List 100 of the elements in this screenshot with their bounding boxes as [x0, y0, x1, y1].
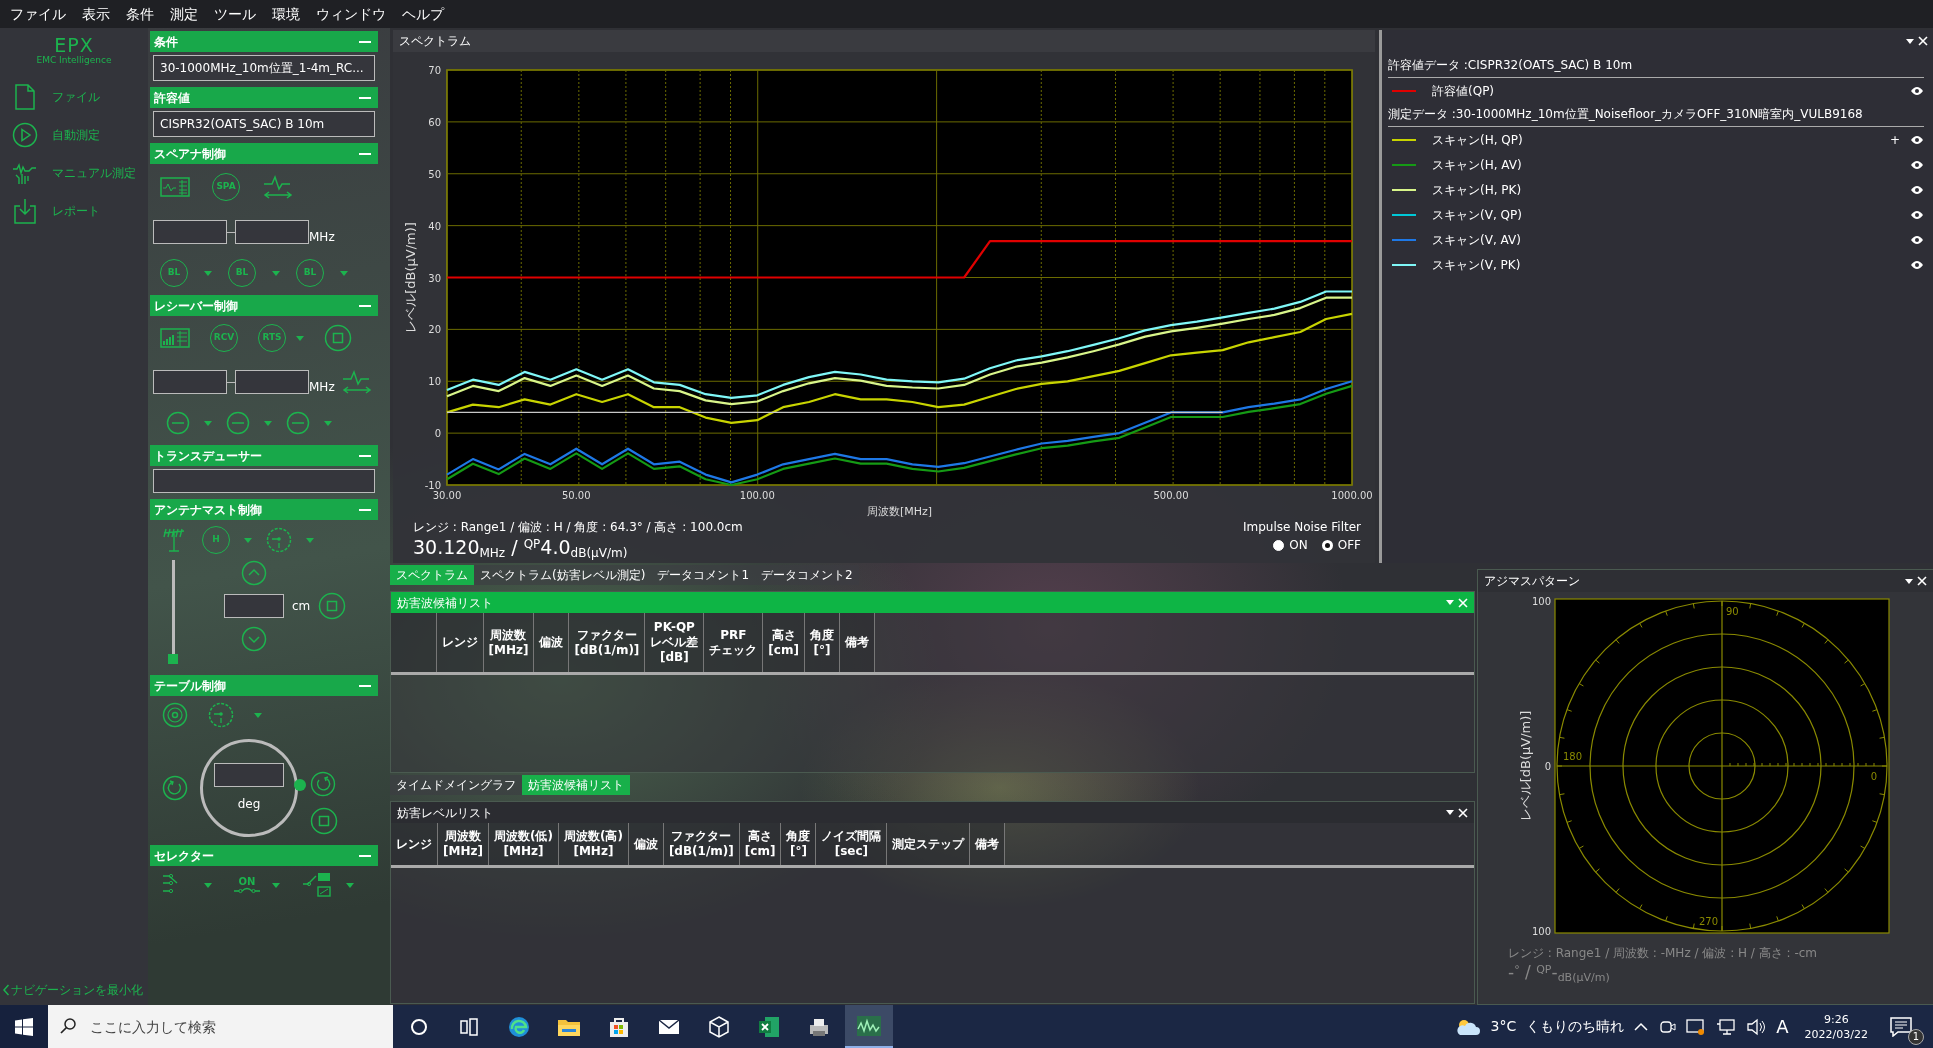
column-header[interactable]: 測定ステップ [886, 823, 970, 865]
rotation-dial[interactable]: deg [200, 739, 298, 837]
dropdown-field[interactable]: CISPR32(OATS_SAC) B 10m [153, 111, 375, 137]
menu-item[interactable]: 表示 [74, 3, 118, 25]
rotate-left-icon[interactable] [162, 775, 188, 801]
input-field[interactable] [235, 370, 309, 394]
gauge-icon[interactable] [208, 702, 234, 728]
caret-icon[interactable] [346, 882, 354, 888]
clock-time[interactable]: 9:26 [1823, 1011, 1849, 1027]
panel-header[interactable]: 妨害レベルリスト [391, 802, 1474, 823]
minimize-link[interactable]: ナビゲーションを最小化 [3, 981, 148, 999]
nav-item[interactable]: 自動測定 [0, 115, 148, 154]
column-header[interactable]: 周波数 [MHz] [483, 613, 534, 672]
stop-icon[interactable] [318, 592, 347, 620]
chart-monitor-icon[interactable] [160, 177, 190, 197]
radio-option[interactable]: ON [1259, 536, 1308, 554]
input-field[interactable] [235, 220, 309, 244]
nav-item[interactable]: レポート [0, 191, 148, 230]
eye-icon[interactable] [1910, 209, 1924, 220]
minus-icon[interactable] [286, 411, 310, 435]
collapse-icon[interactable] [359, 454, 371, 457]
eye-icon[interactable] [1910, 259, 1924, 270]
menu-item[interactable]: ファイル [2, 3, 74, 25]
collapse-icon[interactable] [359, 304, 371, 307]
dropdown-field[interactable]: 30-1000MHz_10m位置_1-4m_RC... [153, 55, 375, 81]
add-label[interactable]: + [1889, 130, 1900, 149]
column-header[interactable]: 角度 [°] [780, 823, 816, 865]
column-header[interactable]: 周波数 [MHz] [437, 823, 489, 865]
slider-thumb[interactable] [168, 654, 178, 664]
close-icon[interactable] [1917, 576, 1927, 586]
dial-handle[interactable] [294, 779, 306, 791]
input-field[interactable] [153, 370, 227, 394]
eye-icon[interactable] [1910, 134, 1924, 145]
column-header[interactable]: レンジ [391, 823, 438, 865]
caret-icon[interactable] [254, 712, 262, 718]
eye-icon[interactable] [1910, 184, 1924, 195]
menu-item[interactable]: ウィンドウ [308, 3, 394, 25]
caret-icon[interactable] [264, 420, 272, 426]
minus-icon[interactable] [226, 411, 250, 435]
caret-icon[interactable] [204, 420, 212, 426]
menu-item[interactable]: 環境 [264, 3, 308, 25]
caret-icon[interactable] [272, 270, 280, 276]
rotate-right-icon[interactable] [310, 771, 336, 797]
stop-icon[interactable] [324, 324, 352, 352]
speaker-icon[interactable] [1746, 1017, 1767, 1036]
taskbar-app[interactable] [845, 1005, 893, 1048]
caret-icon[interactable] [204, 882, 212, 888]
column-header[interactable]: 高さ [cm] [762, 613, 805, 672]
switch-icon[interactable] [302, 872, 334, 898]
network-icon[interactable] [1716, 1017, 1737, 1036]
gauge-icon[interactable] [266, 527, 292, 553]
clock-date[interactable]: 2022/03/22 [1804, 1026, 1868, 1042]
column-header[interactable]: PRF チェック [703, 613, 763, 672]
start-button[interactable] [0, 1005, 48, 1048]
column-header[interactable]: ファクター [dB(1/m)] [663, 823, 740, 865]
down-icon[interactable] [241, 626, 267, 652]
menu-item[interactable]: ヘルプ [394, 3, 452, 25]
radio-option[interactable]: OFF [1307, 536, 1361, 554]
input-field[interactable] [153, 220, 227, 244]
caret-icon[interactable] [272, 882, 280, 888]
close-icon[interactable] [1918, 36, 1928, 46]
column-header[interactable]: レンジ [436, 613, 483, 672]
column-header[interactable]: 高さ [cm] [739, 823, 781, 865]
tab[interactable]: スペクトラム(妨害レベル測定) [474, 565, 652, 585]
menu-item[interactable]: 条件 [118, 3, 162, 25]
column-header[interactable]: 周波数(低) [MHz] [488, 823, 559, 865]
bar-chart-icon[interactable] [160, 328, 190, 348]
collapse-icon[interactable] [359, 508, 371, 511]
monitor-icon[interactable] [1686, 1017, 1707, 1036]
caret-icon[interactable] [324, 420, 332, 426]
column-header[interactable]: 備考 [969, 823, 1005, 865]
input-mode-indicator[interactable]: A [1776, 1013, 1789, 1040]
turntable-icon[interactable] [162, 702, 188, 728]
collapse-icon[interactable] [359, 854, 371, 857]
collapse-icon[interactable] [359, 40, 371, 43]
caret-icon[interactable] [340, 270, 348, 276]
column-header[interactable]: 偏波 [628, 823, 664, 865]
up-icon[interactable] [241, 560, 267, 586]
collapse-icon[interactable] [359, 684, 371, 687]
tab[interactable]: タイムドメイングラフ [390, 775, 522, 795]
nav-item[interactable]: ファイル [0, 77, 148, 116]
column-header[interactable]: PK-QP レベル差 [dB] [644, 613, 704, 672]
dropdown-icon[interactable] [1905, 578, 1913, 584]
column-header[interactable]: 偏波 [533, 613, 569, 672]
menu-item[interactable]: 測定 [162, 3, 206, 25]
column-header[interactable]: ノイズ間隔 [sec] [815, 823, 887, 865]
chevron-up-icon[interactable] [1634, 1021, 1649, 1032]
tab[interactable]: データコメント1 [651, 565, 755, 585]
caret-icon[interactable] [244, 537, 252, 543]
eye-icon[interactable] [1910, 234, 1924, 245]
minus-icon[interactable] [166, 411, 190, 435]
sweep-icon[interactable] [262, 174, 294, 200]
stop-icon[interactable] [310, 807, 338, 835]
caret-icon[interactable] [296, 335, 304, 341]
caret-icon[interactable] [204, 270, 212, 276]
column-header[interactable]: 角度 [°] [804, 613, 840, 672]
collapse-icon[interactable] [359, 152, 371, 155]
input-field[interactable] [214, 763, 284, 787]
dropdown-icon[interactable] [1446, 810, 1454, 815]
close-icon[interactable] [1458, 807, 1468, 818]
